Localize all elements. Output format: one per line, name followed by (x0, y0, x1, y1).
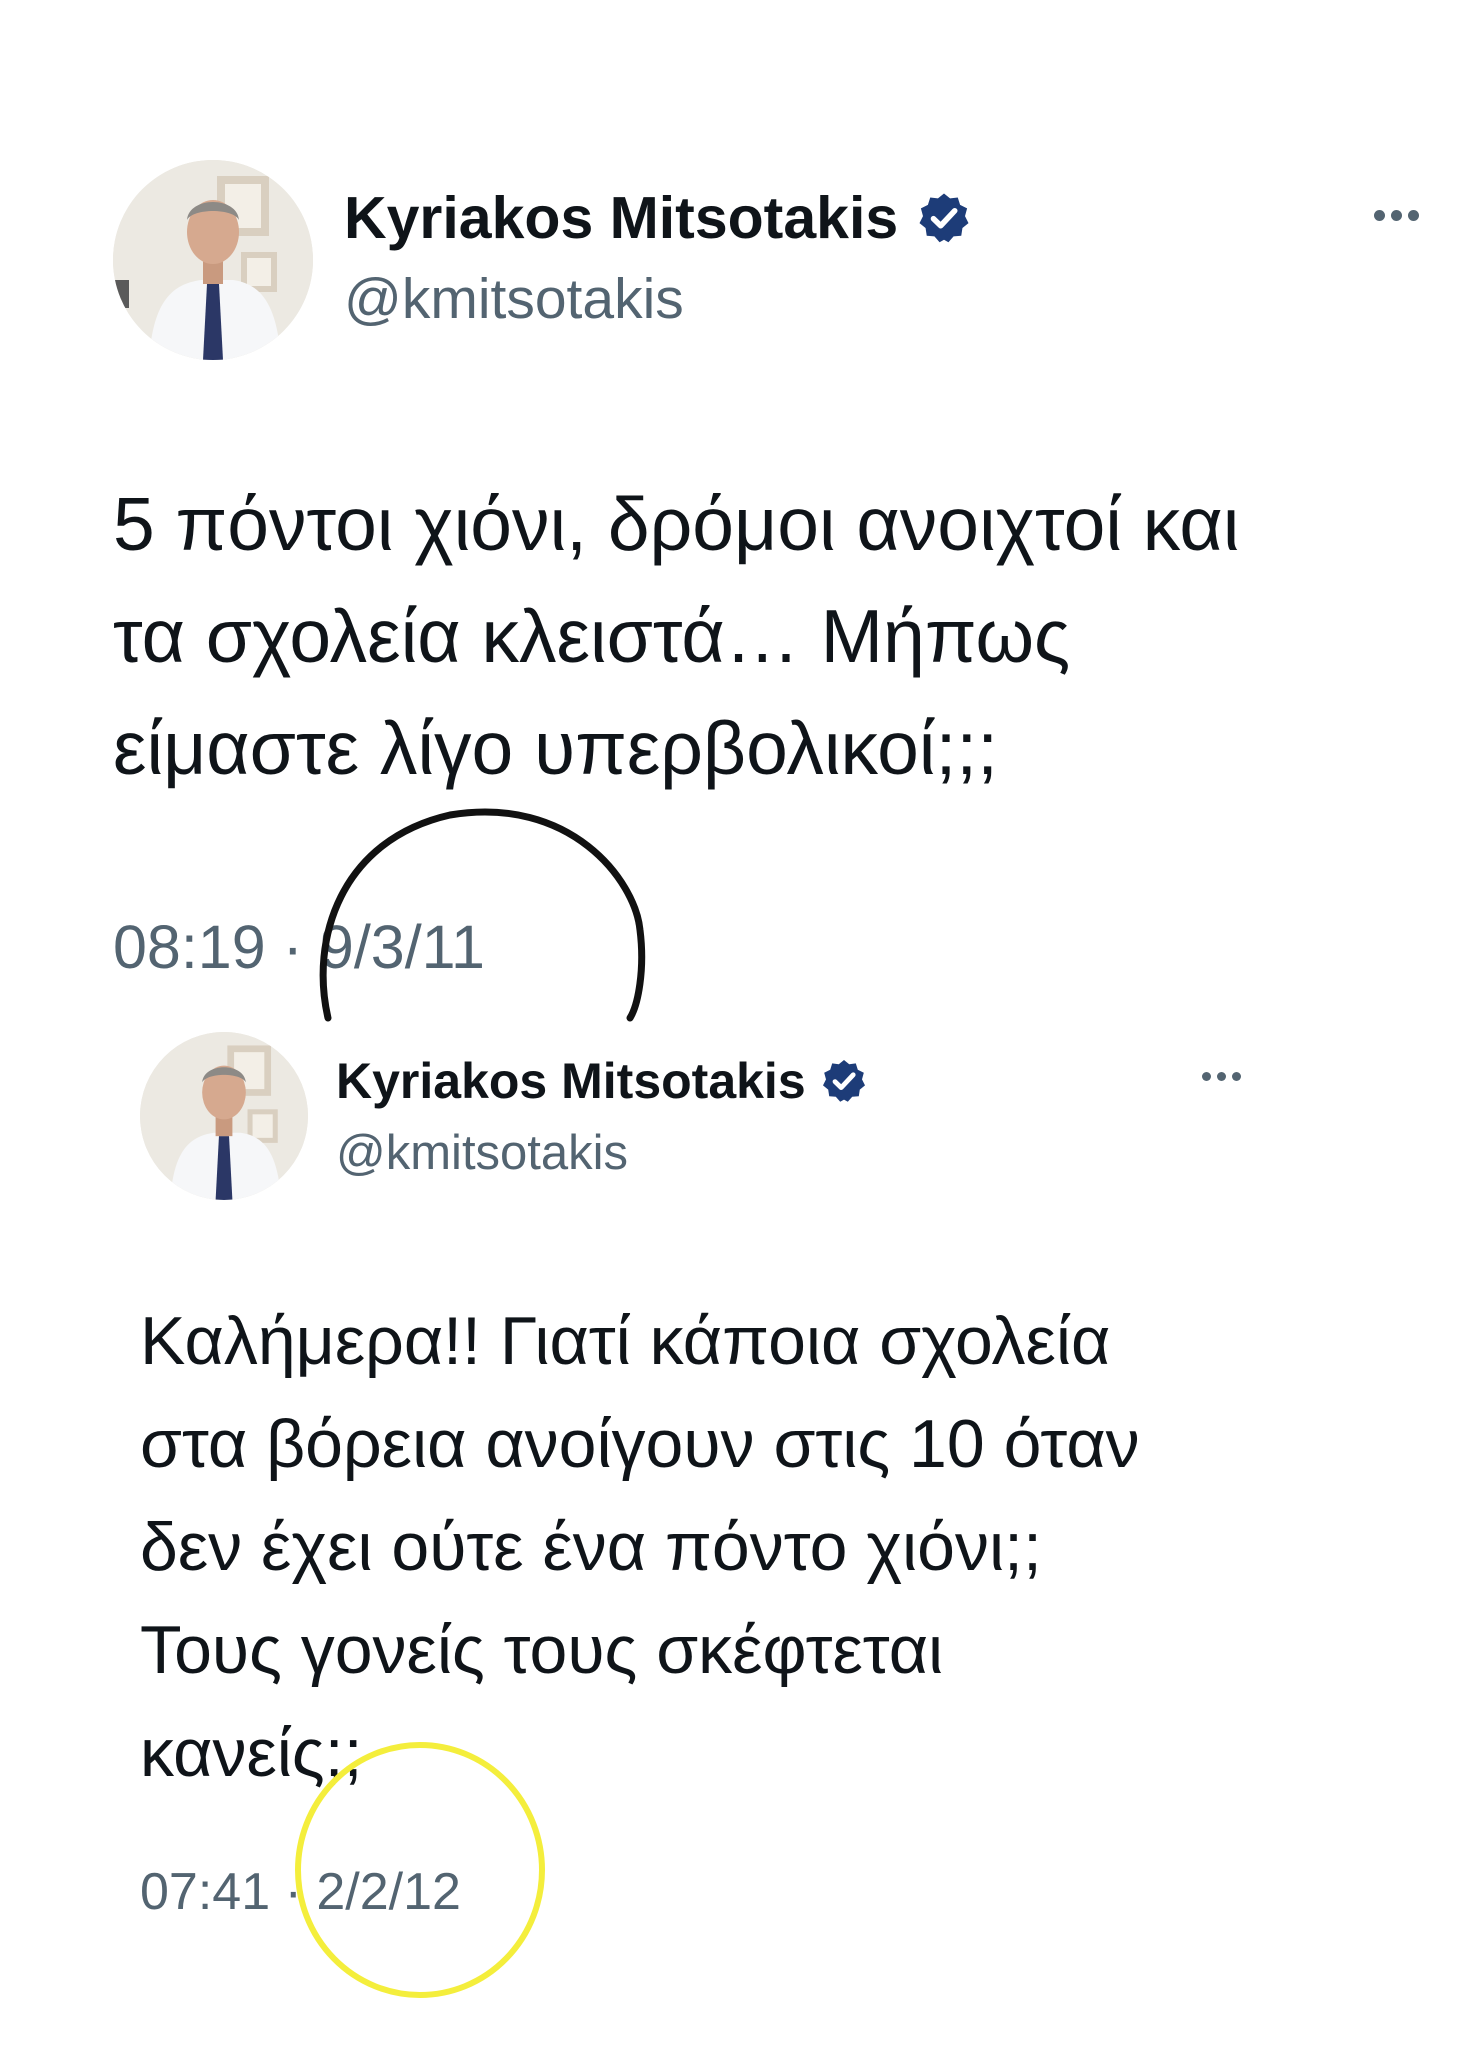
more-options-icon[interactable] (1202, 1072, 1241, 1081)
more-options-icon[interactable] (1374, 210, 1419, 221)
tweet-timestamp[interactable]: 07:41 · 2/2/12 (140, 1862, 461, 1922)
tweet-date: 9/3/11 (319, 913, 485, 981)
timestamp-separator: · (282, 913, 303, 981)
tweet-time: 07:41 (140, 1863, 271, 1921)
author-handle[interactable]: @kmitsotakis (336, 1125, 628, 1181)
tweet-text: Καλήμερα!! Γιατί κάποια σχολεία στα βόρε… (140, 1303, 1140, 1791)
author-name[interactable]: Kyriakos Mitsotakis (344, 184, 898, 252)
black-circle-annotation (319, 808, 646, 1022)
author-name-row: Kyriakos Mitsotakis (344, 184, 972, 252)
author-avatar[interactable] (140, 1032, 308, 1200)
tweet-text: 5 πόντοι χιόνι, δρόμοι ανοιχτοί και τα σ… (113, 482, 1240, 790)
verified-badge-icon (820, 1057, 868, 1105)
author-handle[interactable]: @kmitsotakis (344, 266, 684, 332)
author-name[interactable]: Kyriakos Mitsotakis (336, 1052, 806, 1110)
author-avatar[interactable] (113, 160, 313, 360)
avatar-photo (140, 1032, 308, 1200)
author-name-row: Kyriakos Mitsotakis (336, 1052, 868, 1110)
tweet-date: 2/2/12 (316, 1863, 461, 1921)
timestamp-separator: · (284, 1863, 302, 1921)
tweet-timestamp[interactable]: 08:19 · 9/3/11 (113, 912, 485, 982)
verified-badge-icon (916, 190, 972, 246)
avatar-photo (113, 160, 313, 360)
tweet-time: 08:19 (113, 913, 266, 981)
